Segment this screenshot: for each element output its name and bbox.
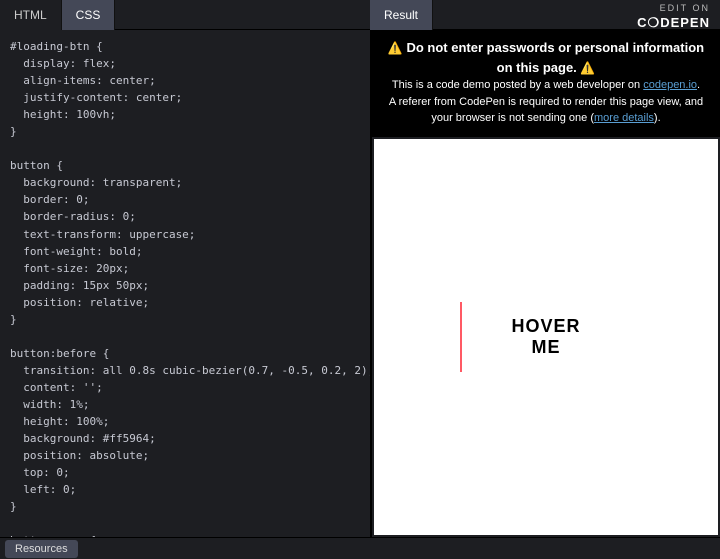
tab-result[interactable]: Result bbox=[370, 0, 433, 30]
edit-on-label: EDIT ON bbox=[637, 3, 710, 15]
warning-icon: ⚠️ bbox=[388, 41, 403, 55]
preview-frame: HOVER ME bbox=[374, 139, 718, 536]
css-editor-pane[interactable]: #loading-btn { display: flex; align-item… bbox=[0, 30, 370, 537]
editor-tabs: HTML CSS bbox=[0, 0, 115, 30]
warning-line-1b: . bbox=[697, 79, 700, 91]
top-bar: HTML CSS Result EDIT ON C❍DEPEN bbox=[0, 0, 720, 30]
tab-css[interactable]: CSS bbox=[62, 0, 116, 30]
bottom-bar: Resources bbox=[0, 537, 720, 559]
edit-on-codepen[interactable]: EDIT ON C❍DEPEN bbox=[637, 0, 710, 32]
codepen-logo: C❍DEPEN bbox=[637, 15, 710, 32]
warning-title: Do not enter passwords or personal infor… bbox=[406, 40, 704, 75]
codepen-link[interactable]: codepen.io bbox=[643, 79, 697, 91]
tab-html[interactable]: HTML bbox=[0, 0, 62, 30]
more-details-link[interactable]: more details bbox=[594, 112, 654, 124]
result-tabs: Result bbox=[370, 0, 433, 30]
hover-me-label: HOVER ME bbox=[511, 316, 580, 357]
warning-line-2b: ). bbox=[654, 112, 661, 124]
hover-me-button[interactable]: HOVER ME bbox=[460, 302, 632, 372]
warning-icon: ⚠️ bbox=[580, 61, 595, 75]
resources-button[interactable]: Resources bbox=[5, 540, 78, 558]
result-pane: ⚠️ Do not enter passwords or personal in… bbox=[370, 30, 720, 537]
warning-line-1a: This is a code demo posted by a web deve… bbox=[392, 79, 643, 91]
css-code[interactable]: #loading-btn { display: flex; align-item… bbox=[0, 30, 370, 537]
security-warning-banner: ⚠️ Do not enter passwords or personal in… bbox=[372, 30, 720, 137]
